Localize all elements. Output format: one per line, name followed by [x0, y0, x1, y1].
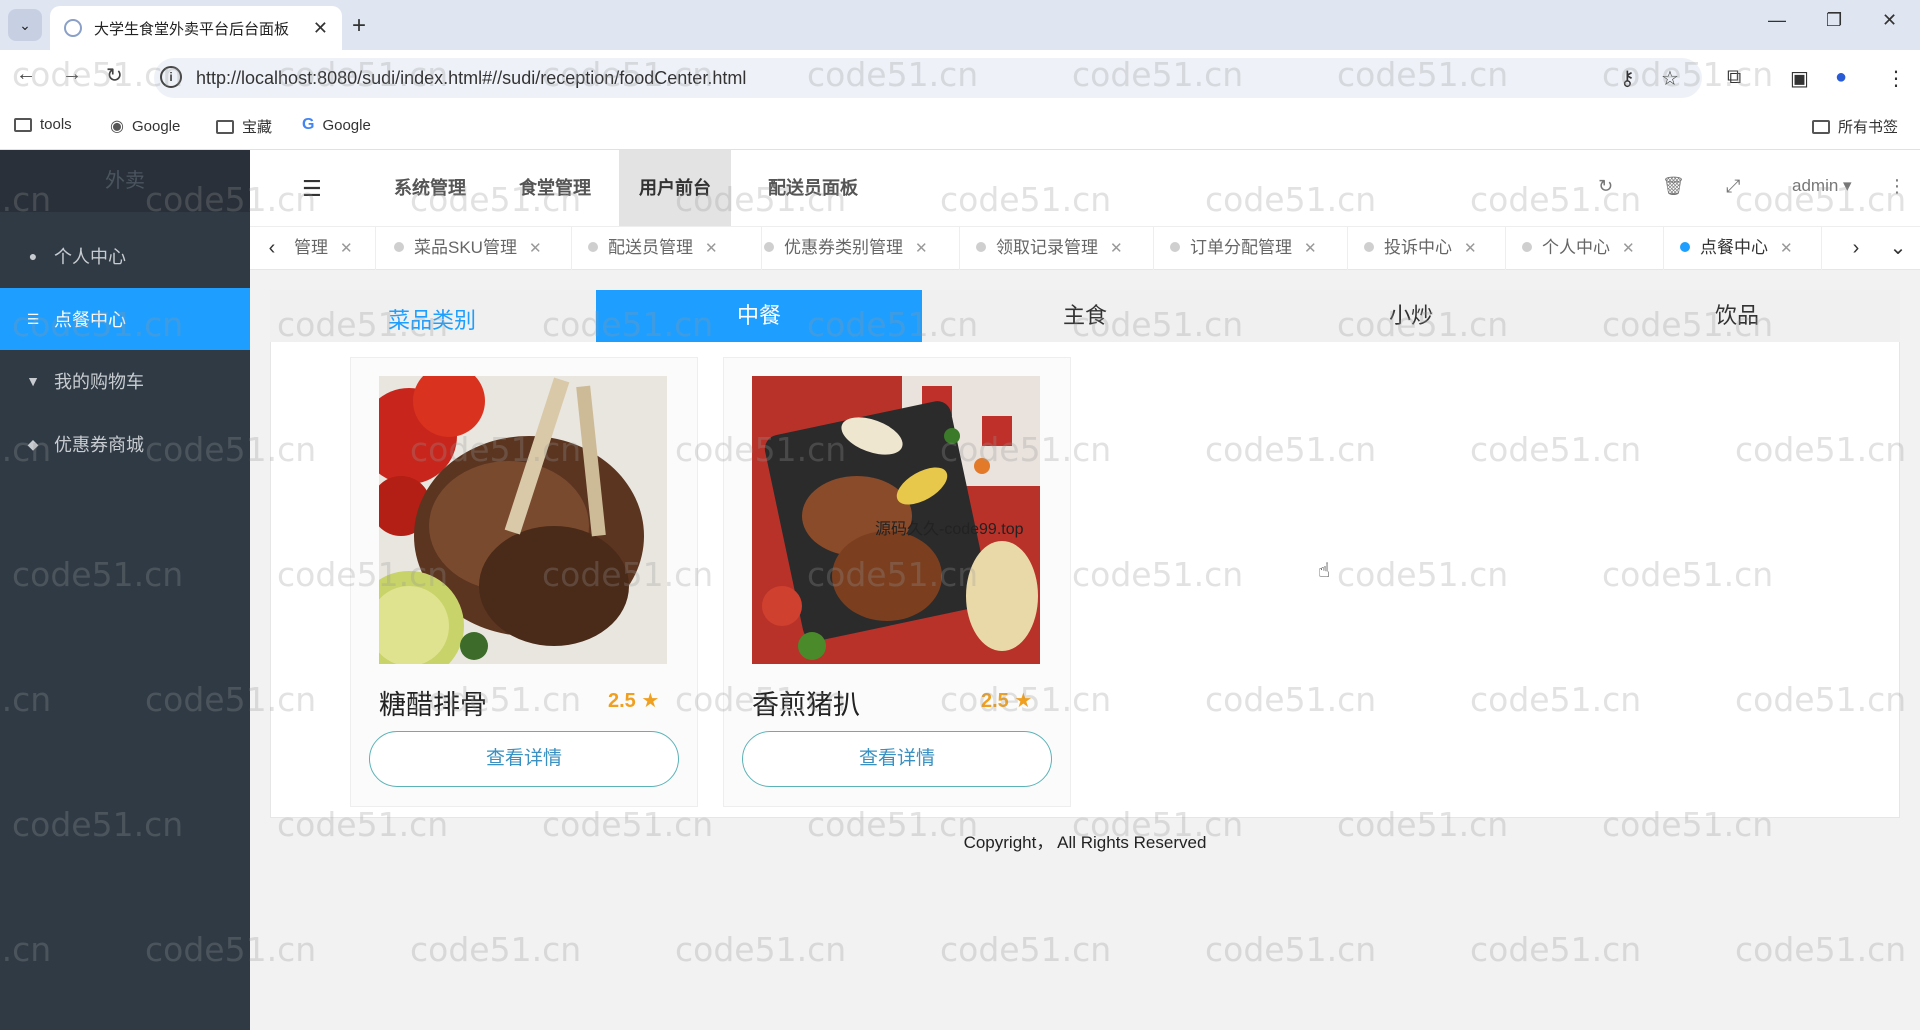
- sidebar-item-cart[interactable]: ▼ 我的购物车: [0, 350, 250, 412]
- close-window-icon[interactable]: ✕: [1882, 10, 1897, 31]
- close-tab-icon[interactable]: ✕: [313, 18, 328, 39]
- close-icon[interactable]: ✕: [1304, 240, 1317, 257]
- star-icon: ★: [641, 690, 660, 712]
- menu-toggle-icon[interactable]: ☰: [302, 176, 322, 202]
- more-menu-icon[interactable]: ⋮: [1886, 66, 1906, 91]
- new-tab-icon[interactable]: +: [352, 12, 366, 40]
- close-icon[interactable]: ✕: [1622, 240, 1635, 257]
- dish-rating: 2.5 ★: [608, 690, 660, 712]
- close-icon[interactable]: ✕: [705, 240, 718, 257]
- order-icon: ☰: [26, 310, 40, 327]
- folder-icon: [216, 119, 234, 134]
- forward-icon[interactable]: →: [62, 63, 82, 86]
- dish-name: 香煎猪扒: [752, 690, 860, 720]
- bookmark-google-2[interactable]: G Google: [302, 116, 371, 134]
- top-nav-courier[interactable]: 配送员面板: [748, 150, 878, 226]
- minimize-icon[interactable]: —: [1768, 10, 1786, 31]
- watermark-text: code51.cn: [940, 930, 1112, 969]
- folder-icon: [1812, 119, 1830, 134]
- category-tab-stir-fry[interactable]: 小炒: [1248, 290, 1574, 342]
- sidepanel-icon[interactable]: ▣: [1790, 66, 1809, 91]
- watermark-text: code51.cn: [1735, 930, 1907, 969]
- category-tab-staple[interactable]: 主食: [922, 290, 1248, 342]
- top-nav-system[interactable]: 系统管理: [374, 150, 486, 226]
- page-tab[interactable]: 订单分配管理 ✕: [1170, 226, 1348, 270]
- tag-icon: ◆: [27, 435, 39, 452]
- trash-icon[interactable]: 🗑: [1662, 176, 1685, 197]
- page-tab[interactable]: 个人中心 ✕: [1522, 226, 1664, 270]
- category-tab-drinks[interactable]: 饮品: [1574, 290, 1900, 342]
- watermark-text: code51.cn: [410, 930, 582, 969]
- page-tab[interactable]: 管理 ✕: [294, 226, 376, 270]
- reload-icon[interactable]: ↻: [106, 63, 123, 88]
- watermark-text: code51.cn: [1205, 930, 1377, 969]
- cursor-hand-icon: ☝: [1318, 560, 1331, 582]
- browser-tab[interactable]: 大学生食堂外卖平台后台面板 ✕: [50, 6, 342, 50]
- page-tab-active[interactable]: 点餐中心 ✕: [1680, 226, 1822, 270]
- view-details-button[interactable]: 查看详情: [742, 731, 1052, 787]
- google-icon: G: [302, 116, 315, 133]
- star-icon[interactable]: ☆: [1661, 66, 1679, 91]
- page-tab[interactable]: 投诉中心 ✕: [1364, 226, 1506, 270]
- tab-dropdown-icon[interactable]: ⌄: [1878, 226, 1918, 270]
- close-icon[interactable]: ✕: [1110, 240, 1123, 257]
- user-icon: ●: [28, 248, 38, 264]
- back-icon[interactable]: ←: [16, 63, 36, 86]
- close-icon[interactable]: ✕: [529, 240, 542, 257]
- folder-icon: [14, 117, 32, 132]
- watermark-text: code51.cn: [675, 930, 847, 969]
- dish-name: 糖醋排骨: [379, 690, 487, 720]
- bookmark-tools[interactable]: tools: [14, 116, 72, 133]
- bookmarks-bar: [0, 106, 1920, 150]
- cart-icon: ▼: [26, 373, 40, 389]
- copyright-footer: Copyright， All Rights Reserved: [963, 833, 1207, 852]
- page-tab[interactable]: 领取记录管理 ✕: [976, 226, 1154, 270]
- sidebar-item-order-center[interactable]: ☰ 点餐中心: [0, 288, 250, 350]
- favicon-icon: [64, 19, 82, 37]
- fullscreen-icon[interactable]: ⤢: [1726, 176, 1740, 197]
- dish-rating: 2.5 ★: [981, 690, 1033, 712]
- sidebar-brand: 外卖: [0, 150, 250, 212]
- watermark-text: code51.cn: [1470, 930, 1642, 969]
- profile-icon[interactable]: ●: [1835, 66, 1847, 89]
- page-tab[interactable]: 优惠券类别管理 ✕: [764, 226, 960, 270]
- category-tab-chinese[interactable]: 中餐: [596, 290, 922, 342]
- globe-icon: ◉: [110, 118, 124, 135]
- close-icon[interactable]: ✕: [340, 240, 353, 257]
- top-nav-user-front[interactable]: 用户前台: [619, 150, 731, 226]
- close-icon[interactable]: ✕: [915, 240, 928, 257]
- tab-scroll-right-icon[interactable]: ›: [1836, 226, 1876, 270]
- sidebar-item-personal-center[interactable]: ● 个人中心: [0, 225, 250, 287]
- more-icon[interactable]: ⋮: [1888, 176, 1906, 197]
- tab-search-icon[interactable]: ⌄: [8, 9, 42, 41]
- star-icon: ★: [1014, 690, 1033, 712]
- tab-scroll-left-icon[interactable]: ‹: [252, 226, 292, 270]
- top-nav-canteen[interactable]: 食堂管理: [499, 150, 611, 226]
- page-tab[interactable]: 配送员管理 ✕: [588, 226, 762, 270]
- refresh-icon[interactable]: ↻: [1598, 176, 1613, 197]
- close-icon[interactable]: ✕: [1780, 240, 1793, 257]
- view-details-button[interactable]: 查看详情: [369, 731, 679, 787]
- restore-icon[interactable]: ❐: [1826, 10, 1842, 31]
- category-label: 菜品类别: [388, 308, 477, 333]
- page-tab[interactable]: 菜品SKU管理 ✕: [394, 226, 572, 270]
- bookmark-treasure[interactable]: 宝藏: [216, 116, 272, 137]
- overlay-watermark-text: 源码久久-code99.top: [875, 521, 1024, 538]
- extensions-icon[interactable]: ⧉: [1727, 66, 1741, 89]
- key-icon[interactable]: ⚷: [1620, 66, 1635, 91]
- dish-image[interactable]: [379, 376, 667, 664]
- bookmark-google[interactable]: ◉ Google: [110, 116, 180, 136]
- close-icon[interactable]: ✕: [1464, 240, 1477, 257]
- sidebar-item-coupon-mall[interactable]: ◆ 优惠券商城: [0, 413, 250, 475]
- url-text[interactable]: http://localhost:8080/sudi/index.html#//…: [196, 68, 746, 89]
- browser-tab-title: 大学生食堂外卖平台后台面板: [94, 20, 290, 38]
- user-menu[interactable]: admin ▾: [1792, 176, 1852, 196]
- all-bookmarks[interactable]: 所有书签: [1812, 116, 1898, 137]
- site-info-icon[interactable]: i: [160, 66, 182, 88]
